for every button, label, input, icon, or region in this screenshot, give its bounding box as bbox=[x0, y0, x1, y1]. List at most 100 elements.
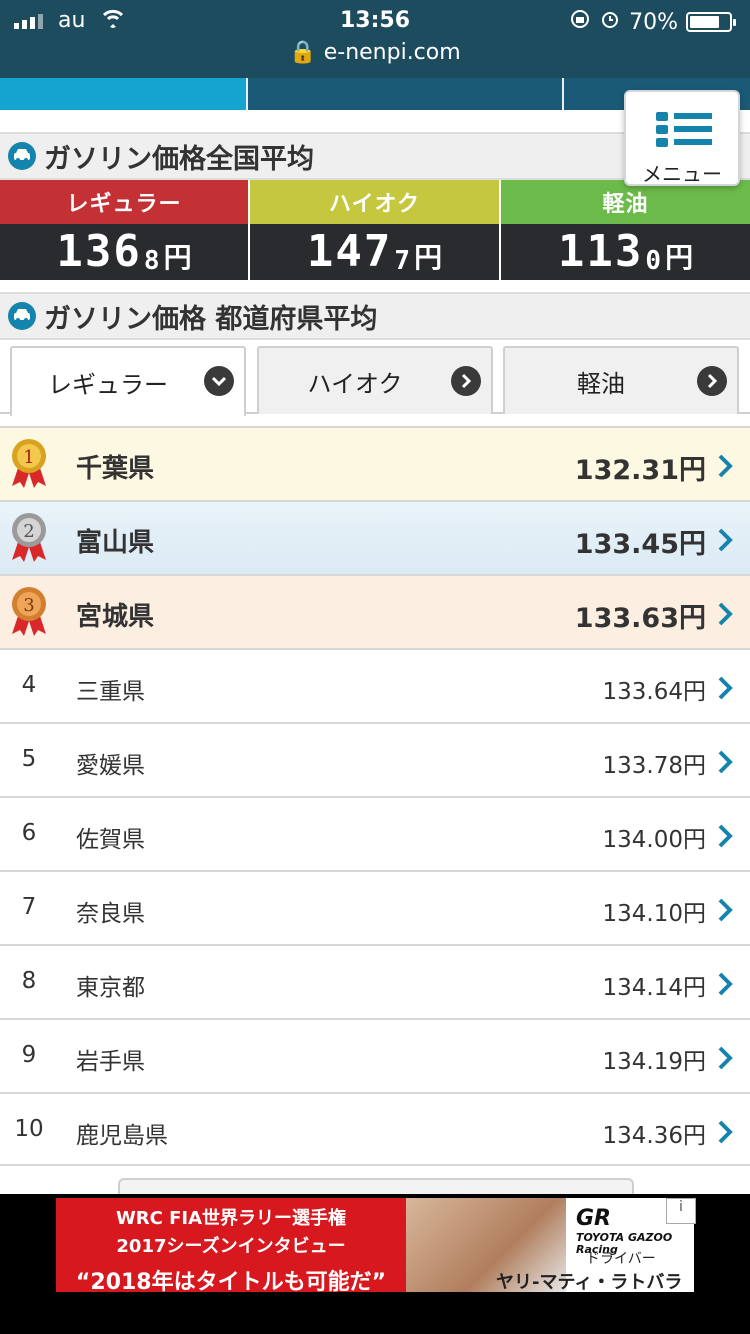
ad-line-1: WRC FIA世界ラリー選手権 bbox=[115, 1208, 347, 1229]
rank-number: 8 bbox=[21, 968, 37, 994]
chevron-right-icon bbox=[718, 750, 733, 774]
price-unit: 円 bbox=[163, 241, 192, 274]
url-text: e-nenpi.com bbox=[323, 40, 461, 65]
silver-medal-icon: 2 bbox=[12, 513, 46, 562]
car-icon bbox=[8, 142, 36, 170]
prefecture-price: 134.14円 bbox=[602, 975, 706, 1001]
price-decimal: 7 bbox=[394, 246, 411, 276]
price-card-highoctane: ハイオク 147 7 円 bbox=[250, 180, 499, 280]
rank-number: 6 bbox=[21, 820, 37, 846]
ranking-row[interactable]: 2 富山県 133.45円 bbox=[0, 500, 750, 574]
ranking-row[interactable]: 8 東京都 134.14円 bbox=[0, 944, 750, 1018]
menu-label: メニュー bbox=[642, 162, 722, 186]
prefecture-name: 宮城県 bbox=[76, 602, 155, 632]
tab-diesel[interactable]: 軽油 bbox=[503, 346, 739, 414]
chevron-right-icon bbox=[718, 602, 733, 626]
rank-number: 5 bbox=[21, 746, 37, 772]
chevron-right-icon bbox=[718, 972, 733, 996]
ad-driver-name: ヤリ-マティ・ラトバラ bbox=[496, 1272, 683, 1293]
chevron-right-icon bbox=[718, 528, 733, 552]
chevron-right-icon bbox=[697, 366, 727, 396]
price-label: ハイオク bbox=[250, 180, 499, 224]
nav-item-1[interactable] bbox=[0, 78, 248, 110]
section-title: ガソリン価格 都道府県平均 bbox=[44, 303, 378, 335]
price-decimal: 0 bbox=[645, 246, 662, 276]
brand-mark: GR bbox=[576, 1206, 611, 1231]
svg-text:2: 2 bbox=[23, 521, 34, 542]
price-label: レギュラー bbox=[0, 180, 248, 224]
prefecture-average-header: ガソリン価格 都道府県平均 bbox=[0, 292, 750, 340]
prefecture-name: 三重県 bbox=[76, 679, 145, 705]
chevron-right-icon bbox=[451, 366, 481, 396]
rotation-lock-icon bbox=[569, 8, 591, 36]
ranking-row[interactable]: 10 鹿児島県 134.36円 bbox=[0, 1092, 750, 1166]
ranking-row[interactable]: 1 千葉県 132.31円 bbox=[0, 426, 750, 500]
alarm-icon bbox=[599, 8, 621, 36]
prefecture-price: 133.64円 bbox=[602, 679, 706, 705]
gold-medal-icon: 1 bbox=[12, 439, 46, 488]
menu-button[interactable]: メニュー bbox=[624, 90, 740, 186]
prefecture-price: 134.00円 bbox=[602, 827, 706, 853]
ad-content[interactable]: WRC FIA世界ラリー選手権 2017シーズンインタビュー “2018年はタイ… bbox=[56, 1198, 696, 1295]
price-card-diesel: 軽油 113 0 円 bbox=[501, 180, 750, 280]
ranking-row[interactable]: 9 岩手県 134.19円 bbox=[0, 1018, 750, 1092]
lock-icon: 🔒 bbox=[289, 40, 317, 65]
ranking-row[interactable]: 7 奈良県 134.10円 bbox=[0, 870, 750, 944]
ad-role: ドライバー bbox=[586, 1251, 656, 1267]
nav-item-2[interactable] bbox=[248, 78, 564, 110]
prefecture-price: 132.31円 bbox=[574, 455, 706, 486]
chevron-right-icon bbox=[718, 676, 733, 700]
prefecture-name: 愛媛県 bbox=[76, 753, 145, 779]
chevron-right-icon bbox=[718, 1046, 733, 1070]
price-integer: 113 bbox=[557, 226, 644, 277]
chevron-right-icon bbox=[718, 898, 733, 922]
bronze-medal-icon: 3 bbox=[12, 587, 46, 636]
ranking-row[interactable]: 4 三重県 133.64円 bbox=[0, 648, 750, 722]
price-decimal: 8 bbox=[143, 246, 160, 276]
section-title: ガソリン価格全国平均 bbox=[44, 143, 314, 175]
ranking-list: 1 千葉県 132.31円 2 富山県 133.45円 3 宮城県 133.63… bbox=[0, 426, 750, 1166]
chevron-right-icon bbox=[718, 454, 733, 478]
rank-number: 4 bbox=[21, 672, 37, 698]
price-card-regular: レギュラー 136 8 円 bbox=[0, 180, 248, 280]
battery-percent: 70% bbox=[629, 9, 678, 35]
tab-label: 軽油 bbox=[577, 369, 625, 398]
rank-number: 10 bbox=[14, 1116, 44, 1142]
url-bar[interactable]: 🔒 e-nenpi.com bbox=[0, 40, 750, 65]
status-bar: au 13:56 70% 🔒 e-nenpi.com bbox=[0, 0, 750, 80]
ad-headline-block: WRC FIA世界ラリー選手権 2017シーズンインタビュー “2018年はタイ… bbox=[56, 1198, 406, 1295]
ad-line-3: “2018年はタイトルも可能だ” bbox=[75, 1270, 387, 1295]
tab-regular[interactable]: レギュラー bbox=[10, 346, 246, 416]
price-unit: 円 bbox=[665, 241, 694, 274]
ranking-row[interactable]: 3 宮城県 133.63円 bbox=[0, 574, 750, 648]
prefecture-price: 134.19円 bbox=[602, 1049, 706, 1075]
rank-number: 9 bbox=[21, 1042, 37, 1068]
tab-highoctane[interactable]: ハイオク bbox=[257, 346, 493, 414]
ad-line-2: 2017シーズンインタビュー bbox=[116, 1236, 346, 1257]
ranking-row[interactable]: 5 愛媛県 133.78円 bbox=[0, 722, 750, 796]
chevron-right-icon bbox=[718, 824, 733, 848]
prefecture-price: 134.36円 bbox=[602, 1123, 706, 1149]
ranking-row[interactable]: 6 佐賀県 134.00円 bbox=[0, 796, 750, 870]
prefecture-name: 富山県 bbox=[76, 528, 155, 558]
chevron-down-icon bbox=[204, 366, 234, 396]
ad-info-icon[interactable]: i bbox=[666, 1198, 696, 1224]
prefecture-price: 133.63円 bbox=[574, 603, 706, 634]
prefecture-price: 134.10円 bbox=[602, 901, 706, 927]
price-integer: 147 bbox=[306, 226, 393, 277]
prefecture-name: 奈良県 bbox=[76, 901, 145, 927]
rank-number: 7 bbox=[21, 894, 37, 920]
price-unit: 円 bbox=[414, 241, 443, 274]
svg-text:1: 1 bbox=[23, 447, 34, 468]
car-icon bbox=[8, 302, 36, 330]
chevron-right-icon bbox=[718, 1120, 733, 1144]
list-icon bbox=[656, 112, 712, 147]
ad-banner[interactable]: WRC FIA世界ラリー選手権 2017シーズンインタビュー “2018年はタイ… bbox=[0, 1194, 750, 1334]
prefecture-name: 千葉県 bbox=[76, 454, 155, 484]
national-average-prices: レギュラー 136 8 円 ハイオク 147 7 円 軽油 113 0 円 bbox=[0, 180, 750, 280]
prefecture-name: 佐賀県 bbox=[76, 827, 145, 853]
fuel-tabs: レギュラー ハイオク 軽油 bbox=[0, 344, 750, 416]
prefecture-price: 133.78円 bbox=[602, 753, 706, 779]
battery-icon bbox=[686, 12, 736, 32]
prefecture-name: 東京都 bbox=[76, 975, 145, 1001]
